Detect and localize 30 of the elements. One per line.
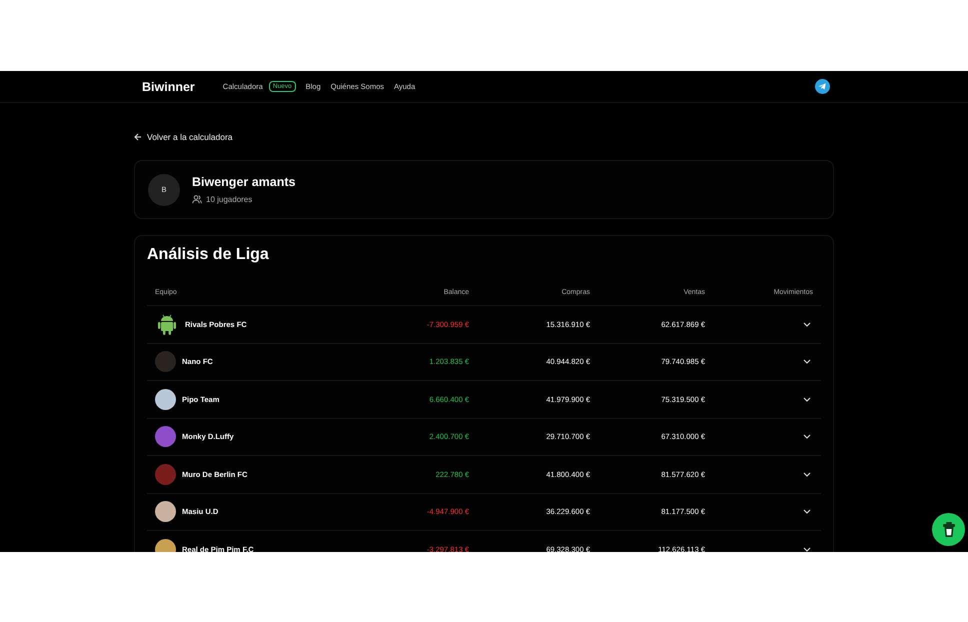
paper-plane-icon[interactable] <box>815 79 830 94</box>
expand-toggle[interactable] <box>801 507 813 516</box>
avatar-photo-placeholder <box>155 464 176 485</box>
avatar-photo-placeholder <box>155 501 176 522</box>
logo[interactable]: Biwinner <box>142 80 195 94</box>
chevron-down-icon <box>803 472 811 477</box>
avatar-photo-placeholder <box>155 351 176 372</box>
chevron-down-icon <box>803 396 811 402</box>
back-link[interactable]: Volver a la calculadora <box>134 132 233 142</box>
expand-toggle[interactable] <box>801 544 813 552</box>
android-robot-icon <box>157 313 177 336</box>
coffee-button[interactable] <box>932 513 965 546</box>
avatar-photo-placeholder <box>155 426 176 448</box>
expand-toggle[interactable] <box>801 432 813 442</box>
users-icon <box>192 195 202 204</box>
chevron-down-icon <box>803 322 811 327</box>
chevron-down-icon <box>803 359 811 364</box>
cup-icon <box>942 522 956 538</box>
section-title: Análisis de Liga <box>147 246 270 264</box>
chevron-down-icon <box>803 546 811 552</box>
expand-toggle[interactable] <box>801 394 813 404</box>
avatar-photo-placeholder <box>155 388 176 410</box>
expand-toggle[interactable] <box>801 357 813 366</box>
expand-toggle[interactable] <box>801 320 813 329</box>
arrow-left-icon <box>134 133 142 141</box>
expand-toggle[interactable] <box>801 470 813 479</box>
chevron-down-icon <box>803 509 811 514</box>
chevron-down-icon <box>803 434 811 440</box>
league-name: Biwenger amants <box>192 175 296 189</box>
player-count: 10 jugadores <box>206 195 252 204</box>
